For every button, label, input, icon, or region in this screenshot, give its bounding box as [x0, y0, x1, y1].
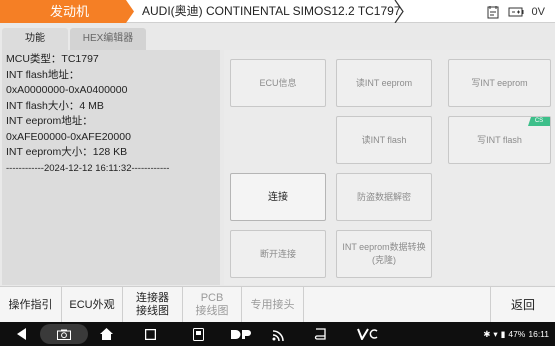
info-line: 0xA0000000-0xA0400000	[6, 84, 128, 96]
voltage-value: 0V	[531, 5, 545, 18]
ecu-info-panel: MCU类型：TC1797 INT flash地址： 0xA0000000-0xA…	[2, 50, 220, 285]
bottom-toolbar: 操作指引 ECU外观 连接器 接线图 PCB 接线图 专用接头 返回	[0, 286, 555, 323]
info-line: INT eeprom地址：	[6, 115, 93, 127]
camera-icon[interactable]	[40, 324, 88, 344]
special-connector-button[interactable]: 专用接头	[242, 287, 304, 323]
disconnect-button[interactable]: 断开连接	[230, 230, 326, 278]
system-status: ✱ ▾ ▮ 47% 16:11	[483, 322, 549, 346]
info-line: MCU类型：TC1797	[6, 53, 99, 65]
tab-function[interactable]: 功能	[2, 28, 68, 50]
eeprom-convert-button[interactable]: INT eeprom数据转换 (克隆)	[336, 230, 432, 278]
vci-logo-icon[interactable]	[355, 322, 381, 346]
recent-apps-icon[interactable]	[140, 322, 160, 346]
signal-icon: ▾	[493, 328, 498, 339]
battery-status-icon: ▮	[500, 328, 506, 339]
tab-hex-editor[interactable]: HEX编辑器	[70, 28, 146, 50]
read-eeprom-button[interactable]: 读INT eeprom	[336, 59, 432, 107]
battery-icon	[508, 7, 524, 16]
function-button-grid: ECU信息 读INT eeprom 写INT eeprom 读INT flash…	[224, 50, 555, 285]
read-flash-button[interactable]: 读INT flash	[336, 116, 432, 164]
info-line: INT flash地址：	[6, 68, 80, 81]
anti-theft-decrypt-button[interactable]: 防盗数据解密	[336, 173, 432, 221]
battery-percent: 47%	[508, 329, 526, 339]
wifi-icon[interactable]	[268, 322, 288, 346]
back-nav-icon[interactable]	[12, 322, 32, 346]
info-line: 0xAFE00000-0xAFE20000	[6, 130, 131, 143]
connect-button[interactable]: 连接	[230, 173, 326, 221]
clock: 16:11	[528, 329, 549, 339]
header-status: 0V	[486, 0, 545, 23]
module-title: 发动机	[0, 0, 134, 23]
vci-icon[interactable]	[188, 322, 208, 346]
report-icon[interactable]	[486, 5, 500, 19]
back-button[interactable]: 返回	[490, 287, 555, 323]
breadcrumb-arrow-icon	[394, 0, 404, 23]
cs-badge: CS	[528, 117, 550, 126]
write-eeprom-button[interactable]: 写INT eeprom	[448, 59, 551, 107]
operation-guide-button[interactable]: 操作指引	[0, 287, 62, 323]
connector-wiring-button[interactable]: 连接器 接线图	[123, 287, 183, 323]
book-icon[interactable]	[310, 322, 330, 346]
bluetooth-icon: ✱	[483, 328, 491, 339]
write-flash-button[interactable]: 写INT flash CS	[448, 116, 551, 164]
info-line: INT flash大小：4 MB	[6, 99, 104, 112]
info-line: INT eeprom大小：128 KB	[6, 146, 128, 158]
vehicle-breadcrumb: AUDI(奥迪) CONTINENTAL SIMOS12.2 TC1797	[142, 4, 401, 18]
top-header: 发动机 AUDI(奥迪) CONTINENTAL SIMOS12.2 TC179…	[0, 0, 555, 23]
info-line: ------------2024-12-12 16:11:32---------…	[6, 162, 170, 174]
pcb-wiring-button[interactable]: PCB 接线图	[183, 287, 242, 323]
tab-bar: 功能 HEX编辑器	[0, 28, 222, 50]
ecu-appearance-button[interactable]: ECU外观	[62, 287, 123, 323]
home-icon[interactable]	[96, 322, 116, 346]
ecu-info-button[interactable]: ECU信息	[230, 59, 326, 107]
dp-icon[interactable]	[228, 322, 254, 346]
system-nav-bar: ✱ ▾ ▮ 47% 16:11	[0, 322, 555, 346]
